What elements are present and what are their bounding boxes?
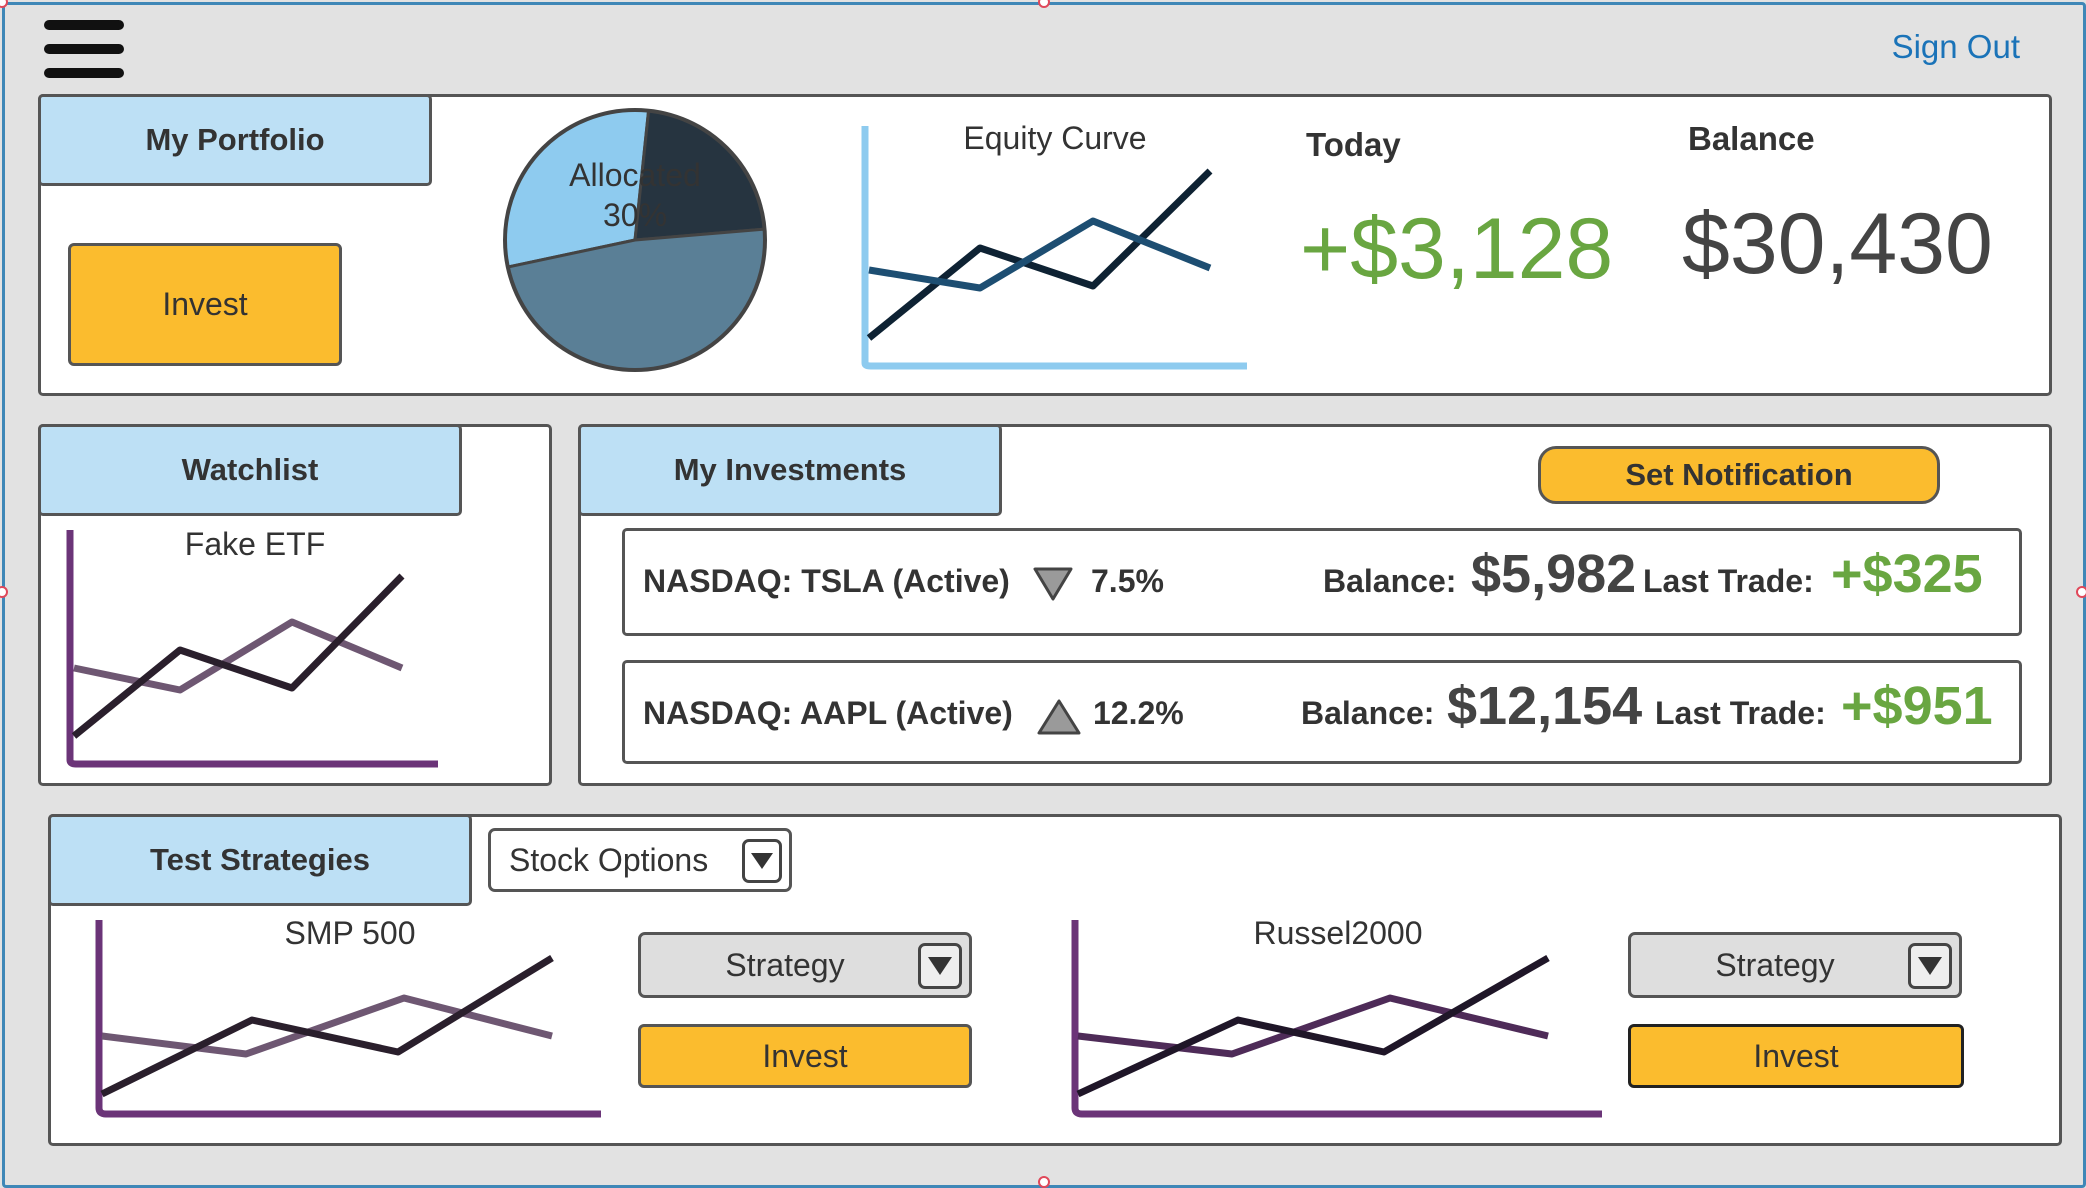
chevron-down-icon[interactable]	[742, 839, 782, 883]
pie-label: Allocated 30%	[540, 155, 730, 235]
smp500-chart-title: SMP 500	[284, 915, 416, 951]
investment-last-trade: +$951	[1841, 676, 1993, 736]
resize-handle-bottom[interactable]	[1038, 1176, 1050, 1188]
investment-balance-label: Balance:	[1323, 563, 1457, 599]
investment-balance: $5,982	[1471, 544, 1637, 604]
pie-label-line1: Allocated	[569, 157, 701, 193]
balance-value: $30,430	[1682, 196, 1993, 292]
tab-watchlist[interactable]: Watchlist	[38, 424, 462, 516]
allocation-pie-chart	[503, 108, 767, 372]
pie-label-line2: 30%	[602, 197, 668, 233]
investment-row-aapl[interactable]: NASDAQ: AAPL (Active) 12.2% Balance: $12…	[622, 660, 2022, 764]
hamburger-menu-icon[interactable]	[44, 20, 126, 80]
investment-row-tsla[interactable]: NASDAQ: TSLA (Active) 7.5% Balance: $5,9…	[622, 528, 2022, 636]
investment-ticker: NASDAQ: AAPL (Active)	[643, 695, 1013, 731]
watchlist-chart	[66, 530, 438, 768]
stock-options-select-value: Stock Options	[509, 841, 709, 878]
sign-out-link[interactable]: Sign Out	[1870, 22, 2020, 72]
strategy-invest-button-1[interactable]: Invest	[638, 1024, 972, 1088]
equity-series-blue	[868, 217, 1212, 292]
strategy-select-1[interactable]: Strategy	[638, 932, 972, 998]
investment-balance: $12,154	[1447, 676, 1643, 736]
portfolio-invest-button[interactable]: Invest	[68, 243, 342, 366]
resize-handle-right[interactable]	[2076, 586, 2086, 598]
triangle-up-icon	[1037, 699, 1081, 735]
watchlist-series-light	[73, 618, 404, 694]
smp500-series-light	[101, 994, 553, 1058]
watchlist-chart-title: Fake ETF	[184, 526, 326, 562]
equity-curve-title: Equity Curve	[963, 120, 1147, 156]
russel2000-chart-title: Russel2000	[1253, 915, 1423, 951]
tab-my-investments[interactable]: My Investments	[578, 424, 1002, 516]
investment-last-trade: +$325	[1831, 544, 1983, 604]
strategy-select-1-value: Strategy	[725, 946, 845, 983]
russel2000-series-light	[1077, 994, 1549, 1058]
investment-change: 12.2%	[1093, 695, 1184, 731]
chevron-down-icon[interactable]	[1908, 943, 1952, 989]
today-value: +$3,128	[1300, 201, 1614, 297]
set-notification-button[interactable]: Set Notification	[1538, 446, 1940, 504]
strategy-select-2[interactable]: Strategy	[1628, 932, 1962, 998]
chevron-down-icon[interactable]	[918, 943, 962, 989]
investment-ticker: NASDAQ: TSLA (Active)	[643, 563, 1010, 599]
triangle-down-icon	[1033, 567, 1073, 601]
strategy-invest-button-2[interactable]: Invest	[1628, 1024, 1964, 1088]
investment-change: 7.5%	[1091, 563, 1164, 599]
investment-balance-label: Balance:	[1301, 695, 1435, 731]
balance-label: Balance	[1688, 120, 1815, 157]
investment-last-trade-label: Last Trade:	[1655, 695, 1826, 731]
strategy-select-2-value: Strategy	[1715, 946, 1835, 983]
tab-test-strategies[interactable]: Test Strategies	[48, 814, 472, 906]
investment-last-trade-label: Last Trade:	[1643, 563, 1814, 599]
stock-options-select[interactable]: Stock Options	[488, 828, 792, 892]
today-label: Today	[1306, 126, 1401, 163]
tab-my-portfolio[interactable]: My Portfolio	[38, 94, 432, 186]
